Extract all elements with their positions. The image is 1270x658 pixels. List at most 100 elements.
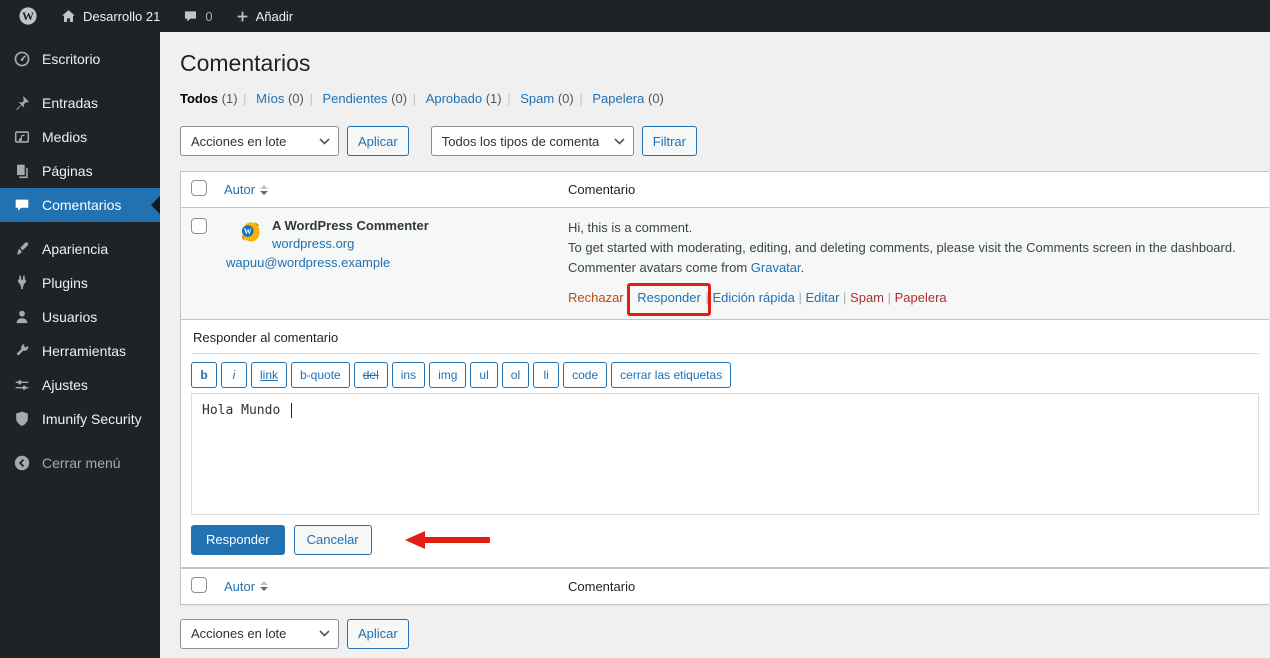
collapse-icon <box>12 454 32 472</box>
comment-author-url[interactable]: wordpress.org <box>226 236 552 251</box>
quicktag-img-button[interactable]: img <box>429 361 467 388</box>
author-column-header[interactable]: Autor <box>224 182 269 197</box>
avatar: W <box>238 220 262 244</box>
reply-textarea[interactable]: Hola Mundo <box>191 392 1259 515</box>
reply-cancel-button[interactable]: Cancelar <box>293 524 372 555</box>
author-column-footer[interactable]: Autor <box>224 579 269 594</box>
svg-text:W: W <box>244 227 252 236</box>
sidebar-item-comentarios[interactable]: Comentarios <box>0 188 160 222</box>
quicktag-bold-button[interactable]: b <box>191 361 217 388</box>
annotation-box: Responder <box>627 283 711 316</box>
sidebar-item-medios[interactable]: Medios <box>0 120 160 154</box>
bulk-actions-select-bottom[interactable]: Acciones en lote <box>180 618 339 649</box>
sidebar-item-apariencia[interactable]: Apariencia <box>0 232 160 266</box>
sidebar-item-entradas[interactable]: Entradas <box>0 86 160 120</box>
annotation-arrow <box>405 530 490 549</box>
admin-sidebar: Escritorio Entradas Medios Páginas Comen… <box>0 32 160 658</box>
filter-papelera-link[interactable]: Papelera (0) <box>592 91 664 106</box>
sidebar-item-imunify-security[interactable]: Imunify Security <box>0 402 160 436</box>
sidebar-item-ajustes[interactable]: Ajustes <box>0 368 160 402</box>
quicktag-ins-button[interactable]: ins <box>391 361 426 388</box>
quicktag-del-button[interactable]: del <box>353 361 388 388</box>
comments-menu[interactable]: 0 <box>174 0 220 32</box>
filter-aprobado-link[interactable]: Aprobado (1) <box>426 91 502 106</box>
collapse-menu-label: Cerrar menú <box>42 455 121 471</box>
plus-icon <box>235 9 250 24</box>
home-icon <box>60 8 77 25</box>
comment-type-select[interactable]: Todos los tipos de comenta <box>430 126 634 156</box>
svg-text:W: W <box>22 9 34 23</box>
author-cell: W A WordPress Commenter wordpress.org wa… <box>216 208 560 319</box>
top-toolbar: Acciones en lote Aplicar Todos los tipos… <box>180 126 1270 156</box>
chevron-down-icon <box>319 630 330 637</box>
shield-icon <box>12 410 32 428</box>
row-checkbox[interactable] <box>191 218 207 234</box>
brush-icon <box>12 240 32 258</box>
sidebar-item-escritorio[interactable]: Escritorio <box>0 42 160 76</box>
sliders-icon <box>12 376 32 394</box>
quicktag-ul-button[interactable]: ul <box>470 361 498 388</box>
wordpress-logo-menu[interactable]: W <box>10 0 46 32</box>
filter-todos-link[interactable]: Todos (1) <box>180 91 238 106</box>
responder-link[interactable]: Responder <box>637 290 701 305</box>
comment-author-email[interactable]: wapuu@wordpress.example <box>226 255 552 270</box>
quicktag-li-button[interactable]: li <box>533 361 560 388</box>
papelera-link[interactable]: Papelera <box>895 290 947 305</box>
sidebar-item-paginas[interactable]: Páginas <box>0 154 160 188</box>
apply-button[interactable]: Aplicar <box>347 126 409 156</box>
comment-column-footer: Comentario <box>568 578 636 594</box>
reply-submit-button[interactable]: Responder <box>191 524 285 555</box>
filter-mios-link[interactable]: Míos (0) <box>256 91 304 106</box>
user-icon <box>12 308 32 326</box>
sidebar-item-usuarios[interactable]: Usuarios <box>0 300 160 334</box>
sidebar-item-label: Ajustes <box>42 377 88 393</box>
quicktag-bquote-button[interactable]: b-quote <box>291 361 350 388</box>
sidebar-item-label: Entradas <box>42 95 99 111</box>
reply-submit-row: Responder Cancelar <box>191 524 1259 555</box>
chevron-down-icon <box>319 137 330 145</box>
main-content: Comentarios Todos (1) Míos (0) Pendiente… <box>160 32 1270 658</box>
bulk-actions-select[interactable]: Acciones en lote <box>180 126 339 156</box>
sidebar-item-label: Páginas <box>42 163 93 179</box>
comments-table: Autor Comentario W A WordPress Commenter… <box>180 171 1269 605</box>
quicktag-ol-button[interactable]: ol <box>501 361 530 388</box>
filter-spam: Spam (0) <box>520 91 588 106</box>
site-name-menu[interactable]: Desarrollo 21 <box>52 0 168 32</box>
quicktag-italic-button[interactable]: i <box>221 361 247 388</box>
comments-icon <box>12 196 32 214</box>
apply-button-bottom[interactable]: Aplicar <box>347 618 409 649</box>
quicktag-close-tags-button[interactable]: cerrar las etiquetas <box>611 361 732 388</box>
spam-link[interactable]: Spam <box>850 290 884 305</box>
edicion-rapida-link[interactable]: Edición rápida <box>712 290 794 305</box>
add-new-label: Añadir <box>255 8 294 24</box>
comment-status-filters: Todos (1) Míos (0) Pendientes (0) Aproba… <box>180 91 1270 106</box>
pin-icon <box>12 94 32 112</box>
rechazar-link[interactable]: Rechazar <box>568 290 624 305</box>
sidebar-item-herramientas[interactable]: Herramientas <box>0 334 160 368</box>
quicktags-toolbar: b i link b-quote del ins img ul ol li co… <box>191 361 1259 388</box>
sidebar-item-label: Apariencia <box>42 241 109 257</box>
filter-spam-link[interactable]: Spam (0) <box>520 91 573 106</box>
dashboard-icon <box>12 50 32 68</box>
gravatar-link[interactable]: Gravatar <box>751 260 801 275</box>
page-title: Comentarios <box>180 50 311 76</box>
add-new-menu[interactable]: Añadir <box>227 0 302 32</box>
editar-link[interactable]: Editar <box>805 290 839 305</box>
filter-papelera: Papelera (0) <box>592 91 664 106</box>
pending-comments-count: 0 <box>205 8 213 24</box>
collapse-menu-button[interactable]: Cerrar menú <box>0 446 160 480</box>
bottom-toolbar: Acciones en lote Aplicar <box>180 618 1270 649</box>
reply-editor: b i link b-quote del ins img ul ol li co… <box>191 352 1259 515</box>
filter-button[interactable]: Filtrar <box>641 126 697 156</box>
comment-column-header: Comentario <box>568 182 636 197</box>
quicktag-link-button[interactable]: link <box>251 361 288 388</box>
sidebar-item-label: Plugins <box>42 275 88 291</box>
comment-cell: Hi, this is a comment. To get started wi… <box>560 208 1269 319</box>
sidebar-item-label: Medios <box>42 129 88 145</box>
comment-text: Hi, this is a comment. To get started wi… <box>568 220 1236 276</box>
filter-pendientes-link[interactable]: Pendientes (0) <box>322 91 407 106</box>
select-all-checkbox[interactable] <box>191 180 207 196</box>
select-all-checkbox-bottom[interactable] <box>191 576 207 593</box>
sidebar-item-plugins[interactable]: Plugins <box>0 266 160 300</box>
quicktag-code-button[interactable]: code <box>563 361 608 388</box>
